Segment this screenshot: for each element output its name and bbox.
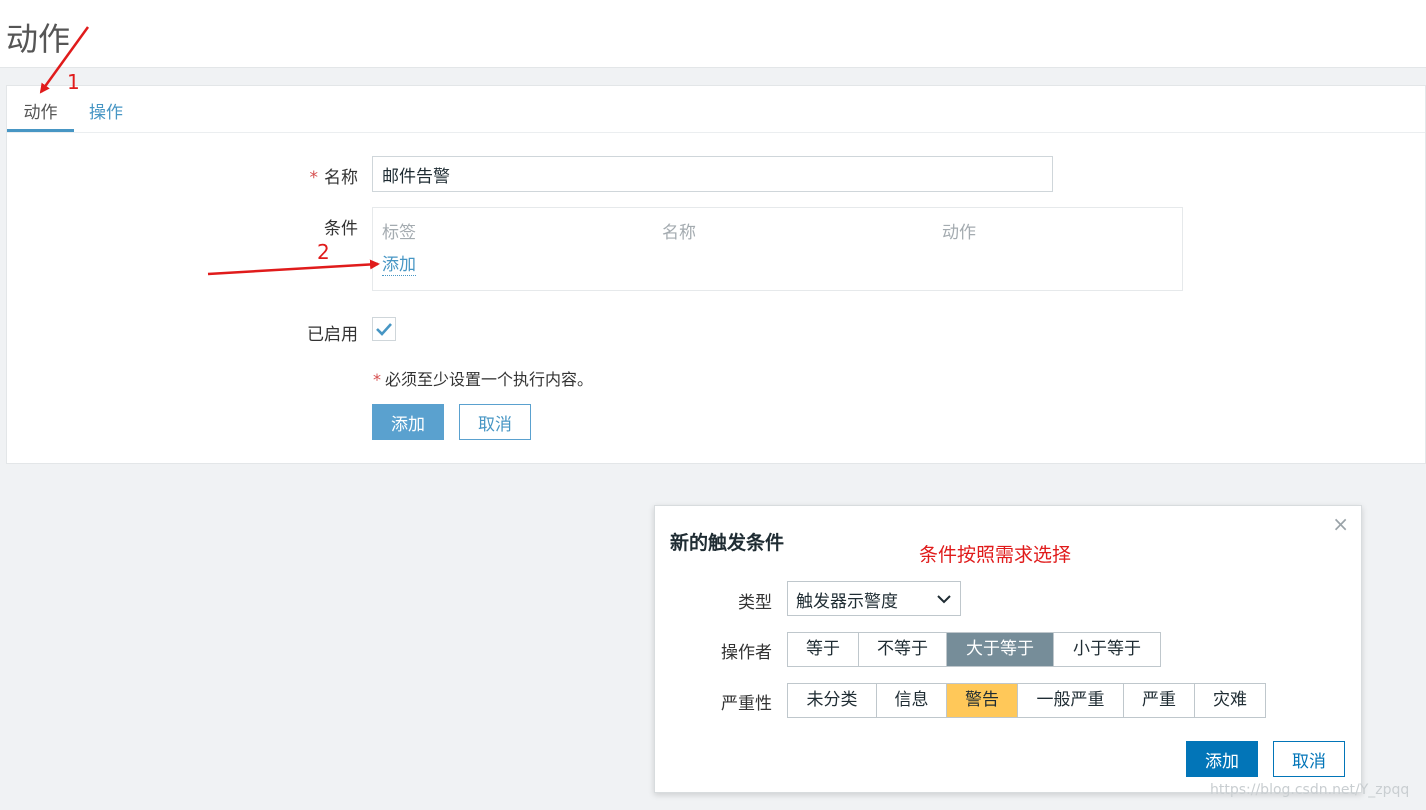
operator-option-selected[interactable]: 大于等于 (947, 633, 1054, 666)
operator-option[interactable]: 等于 (788, 633, 859, 666)
name-input[interactable] (372, 156, 1053, 192)
add-button[interactable]: 添加 (372, 404, 444, 440)
checkmark-icon (376, 323, 392, 336)
dialog-cancel-button[interactable]: 取消 (1273, 741, 1345, 777)
tab-bar: 动作 操作 (7, 86, 1425, 133)
operator-option[interactable]: 不等于 (859, 633, 947, 666)
add-condition-link[interactable]: 添加 (382, 250, 416, 276)
dialog-title: 新的触发条件 (670, 532, 785, 554)
enabled-label: 已启用 (307, 325, 358, 345)
severity-option[interactable]: 信息 (877, 684, 947, 717)
type-select-value: 触发器示警度 (796, 592, 898, 612)
annotation-step-2: 2 (317, 240, 330, 264)
close-icon[interactable]: × (1332, 512, 1349, 536)
operator-segmented: 等于 不等于 大于等于 小于等于 (787, 632, 1161, 667)
severity-option[interactable]: 严重 (1124, 684, 1195, 717)
severity-option[interactable]: 灾难 (1195, 684, 1265, 717)
conditions-label: 条件 (324, 219, 358, 239)
required-note: * 必须至少设置一个执行内容。 (373, 370, 594, 389)
required-mark: * (309, 168, 319, 188)
severity-option[interactable]: 未分类 (788, 684, 877, 717)
conditions-table: 标签 名称 动作 添加 (372, 207, 1183, 291)
severity-label: 严重性 (721, 694, 772, 714)
page-header: 动作 (0, 0, 1426, 68)
conditions-col-name: 名称 (662, 223, 696, 243)
annotation-step-1: 1 (67, 70, 80, 94)
tab-operations[interactable]: 操作 (89, 98, 123, 132)
enabled-checkbox[interactable] (372, 317, 396, 341)
chevron-down-icon (937, 595, 951, 604)
severity-option-selected[interactable]: 警告 (947, 684, 1018, 717)
severity-segmented: 未分类 信息 警告 一般严重 严重 灾难 (787, 683, 1266, 718)
name-label: * 名称 (309, 168, 359, 188)
annotation-hint: 条件按照需求选择 (919, 544, 1072, 566)
watermark: https://blog.csdn.net/Y_zpqq (1210, 782, 1410, 798)
conditions-col-tag: 标签 (382, 223, 416, 243)
severity-option[interactable]: 一般严重 (1018, 684, 1124, 717)
tab-action[interactable]: 动作 (7, 98, 74, 132)
conditions-col-action: 动作 (942, 223, 976, 243)
type-select[interactable]: 触发器示警度 (787, 581, 961, 616)
cancel-button[interactable]: 取消 (459, 404, 531, 440)
operator-label: 操作者 (721, 643, 772, 663)
dialog-add-button[interactable]: 添加 (1186, 741, 1258, 777)
action-form-card: 动作 操作 *名称 条件 标签 名称 动作 添加 已启用 *必须至少设置一个执行… (6, 85, 1426, 464)
operator-option[interactable]: 小于等于 (1054, 633, 1160, 666)
type-label: 类型 (738, 593, 772, 613)
new-condition-dialog: 新的触发条件 × 条件按照需求选择 类型 触发器示警度 操作者 等于 不等于 大… (654, 505, 1362, 793)
page-title: 动作 (6, 20, 71, 58)
